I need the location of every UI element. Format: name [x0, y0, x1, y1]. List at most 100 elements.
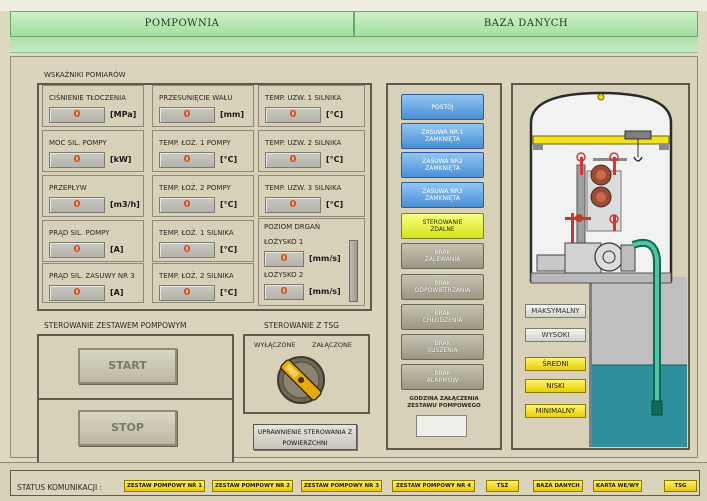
header-strip	[10, 37, 698, 53]
status-indicator-line2: ZAMKNIĘTA	[425, 136, 460, 143]
measurement-label: TEMP. ŁOŻ. 1 SILNIKA	[159, 229, 234, 237]
comm-status-2[interactable]: ZESTAW POMPOWY NR 3	[301, 480, 382, 492]
tsg-control-title: STEROWANIE Z TSG	[264, 321, 339, 330]
status-indicator-line1: ZASUWA NR.1	[421, 129, 464, 136]
status-indicator-line1: BRAK	[434, 249, 451, 256]
measurement-label: TEMP. UZW. 1 SILNIKA	[265, 94, 342, 102]
status-indicator-line2: ZALEWANIA	[424, 256, 461, 263]
status-bar-label: STATUS KOMUNIKACJI :	[17, 483, 103, 492]
bearing-1-label: ŁOŻYSKO 1	[264, 238, 304, 246]
status-indicator-line1: ZASUWA NR3	[422, 188, 463, 195]
bearing-1-value: 0	[264, 251, 304, 267]
comm-status-1[interactable]: ZESTAW POMPOWY NR 2	[212, 480, 293, 492]
measurement-label: TEMP. ŁOŻ. 2 POMPY	[159, 184, 231, 192]
switch-time-label-2: ZESTAWU POMPOWEGO	[407, 403, 481, 409]
start-button[interactable]: START	[78, 348, 177, 384]
comm-status-5[interactable]: BAZA DANYCH	[533, 480, 583, 492]
measurement-unit: [°C]	[326, 200, 344, 209]
measurement-unit: [°C]	[220, 288, 238, 297]
measurement-value: 0	[265, 152, 321, 168]
comm-status-4[interactable]: TSZ	[486, 480, 519, 492]
status-indicator-line2: CHŁODZENIA	[422, 317, 463, 324]
comm-status-7[interactable]: TSG	[664, 480, 697, 492]
comm-status-0[interactable]: ZESTAW POMPOWY NR 1	[124, 480, 205, 492]
bearing-2-label: ŁOŻYSKO 2	[264, 271, 304, 279]
measurement-value: 0	[159, 107, 215, 123]
status-indicator-line2: ZAMKNIĘTA	[425, 195, 460, 202]
measurement-unit: [°C]	[326, 110, 344, 119]
measurement-unit: [MPa]	[110, 110, 137, 119]
level-indicator: MINIMALNY	[525, 404, 586, 418]
level-indicator: MAKSYMALNY	[525, 304, 586, 318]
status-indicator-line1: BRAK	[434, 370, 451, 377]
status-indicator-8[interactable]: BRAK SUSZENIA	[401, 334, 484, 360]
pump-control-title: STEROWANIE ZESTAWEM POMPOWYM	[44, 321, 187, 330]
measurement-unit: [mm]	[220, 110, 244, 119]
measurements-title: WSKAŹNIKI POMIARÓW	[44, 71, 126, 79]
status-indicator-line1: ZASUWA NR2	[422, 158, 463, 165]
measurement-value: 0	[49, 197, 105, 213]
status-indicator-line1: BRAK	[434, 310, 451, 317]
measurement-value: 0	[159, 152, 215, 168]
status-indicator-line2: ALARMÓW	[426, 377, 459, 384]
tsg-off-label: WYŁĄCZONE	[254, 341, 296, 349]
measurement-value: 0	[265, 107, 321, 123]
level-indicator: WYSOKI	[525, 328, 586, 342]
status-indicator-2[interactable]: ZASUWA NR2 ZAMKNIĘTA	[401, 152, 484, 178]
status-indicator-4[interactable]: STEROWANIE ZDALNE	[401, 213, 484, 239]
measurement-unit: [°C]	[220, 155, 238, 164]
measurement-value: 0	[49, 107, 105, 123]
measurement-unit: [A]	[110, 245, 124, 254]
bearing-2-unit: [mm/s]	[309, 287, 341, 296]
measurement-label: PRZEPŁYW	[49, 184, 87, 192]
status-indicator-line2: ZDALNE	[430, 226, 455, 233]
measurement-label: PRĄD SIL. POMPY	[49, 229, 110, 237]
measurement-value: 0	[159, 285, 215, 301]
measurement-unit: [m3/h]	[110, 200, 140, 209]
vibration-title: POZIOM DRGAŃ	[264, 223, 321, 231]
tab-pompownia[interactable]: POMPOWNIA	[10, 11, 354, 37]
status-indicator-line2: ZAMKNIĘTA	[425, 165, 460, 172]
tsg-rotary-switch[interactable]	[272, 352, 330, 407]
measurement-value: 0	[159, 242, 215, 258]
measurement-label: TEMP. ŁOŻ. 1 POMPY	[159, 139, 231, 147]
status-indicator-3[interactable]: ZASUWA NR3 ZAMKNIĘTA	[401, 182, 484, 208]
measurement-value: 0	[49, 152, 105, 168]
status-indicator-line1: BRAK	[434, 340, 451, 347]
measurement-label: MOC SIL. POMPY	[49, 139, 107, 147]
pump-room-diagram	[529, 91, 687, 447]
status-indicator-line2: SUSZENIA	[427, 347, 458, 354]
tsg-on-label: ZAŁĄCZONE	[312, 341, 352, 349]
authorize-button[interactable]: UPRAWNIENIE STEROWANIA Z POWIERZCHNI	[253, 424, 357, 450]
status-indicator-7[interactable]: BRAK CHŁODZENIA	[401, 304, 484, 330]
bearing-1-unit: [mm/s]	[309, 254, 341, 263]
status-indicator-line1: BRAK	[434, 280, 451, 287]
measurement-value: 0	[265, 197, 321, 213]
status-indicator-5[interactable]: BRAK ZALEWANIA	[401, 243, 484, 269]
measurement-label: TEMP. UZW. 3 SILNIKA	[265, 184, 342, 192]
measurement-unit: [°C]	[326, 155, 344, 164]
status-indicator-0[interactable]: POSTÓJ	[401, 94, 484, 120]
status-indicator-line1: STEROWANIE	[422, 219, 463, 226]
comm-status-6[interactable]: KARTA WE/WY	[593, 480, 642, 492]
top-frame	[0, 0, 707, 11]
measurement-label: PRĄD SIL. ZASUWY NR 3	[49, 272, 135, 280]
measurement-label: CIŚNIENIE TŁOCZENIA	[49, 94, 126, 102]
bearing-2-value: 0	[264, 284, 304, 300]
vibration-bar	[349, 240, 358, 302]
stop-button[interactable]: STOP	[78, 410, 177, 446]
level-indicator: NISKI	[525, 379, 586, 393]
comm-status-3[interactable]: ZESTAW POMPOWY NR 4	[392, 480, 475, 492]
tab-baza-danych[interactable]: BAZA DANYCH	[354, 11, 698, 37]
measurement-unit: [°C]	[220, 200, 238, 209]
measurement-value: 0	[159, 197, 215, 213]
status-indicator-6[interactable]: BRAK ODPOWIETRZANIA	[401, 274, 484, 300]
measurement-label: TEMP. UZW. 2 SILNIKA	[265, 139, 342, 147]
switch-time-field	[416, 415, 467, 437]
measurement-label: PRZESUNIĘCIE WAŁU	[159, 94, 233, 102]
measurement-value: 0	[49, 285, 105, 301]
status-indicator-1[interactable]: ZASUWA NR.1 ZAMKNIĘTA	[401, 123, 484, 149]
status-indicator-9[interactable]: BRAK ALARMÓW	[401, 364, 484, 390]
pump-control-divider	[39, 398, 232, 400]
measurement-value: 0	[49, 242, 105, 258]
